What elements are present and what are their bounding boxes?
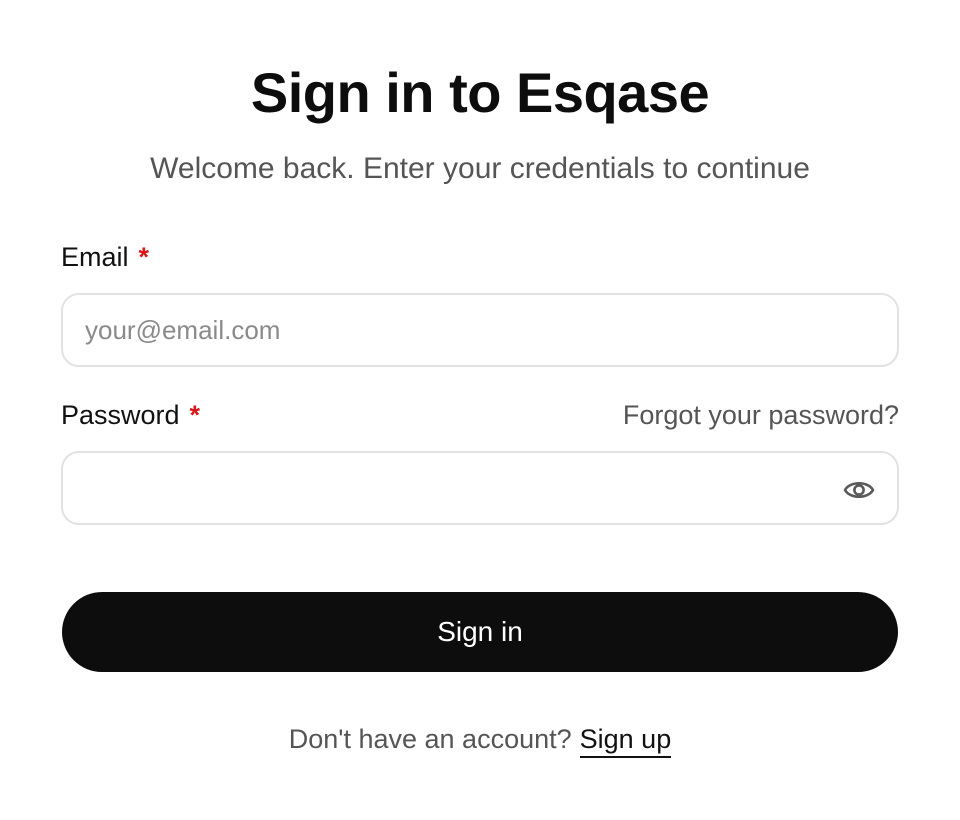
sign-in-button[interactable]: Sign in (62, 592, 898, 672)
signup-prompt-row: Don't have an account? Sign up (0, 724, 960, 758)
show-password-toggle[interactable] (843, 475, 875, 505)
page-subtitle: Welcome back. Enter your credentials to … (150, 152, 810, 185)
password-required-mark: * (189, 400, 201, 430)
password-label: Password * (61, 400, 200, 431)
password-field (61, 451, 899, 525)
email-input[interactable] (63, 295, 897, 365)
sign-in-page: Sign in to Esqase Welcome back. Enter yo… (0, 0, 960, 820)
email-required-mark: * (138, 242, 150, 272)
password-label-row: Password * Forgot your password? (61, 400, 899, 431)
password-input[interactable] (63, 453, 897, 523)
eye-icon (843, 481, 875, 499)
page-title: Sign in to Esqase (250, 61, 710, 124)
email-label-row: Email * (61, 242, 899, 273)
email-label: Email * (61, 242, 149, 273)
password-label-text: Password (61, 400, 180, 430)
signup-prompt-text: Don't have an account? (288, 724, 572, 754)
email-field (61, 293, 899, 367)
sign-up-link[interactable]: Sign up (579, 724, 672, 758)
email-label-text: Email (61, 242, 129, 272)
forgot-password-link[interactable]: Forgot your password? (623, 400, 899, 431)
